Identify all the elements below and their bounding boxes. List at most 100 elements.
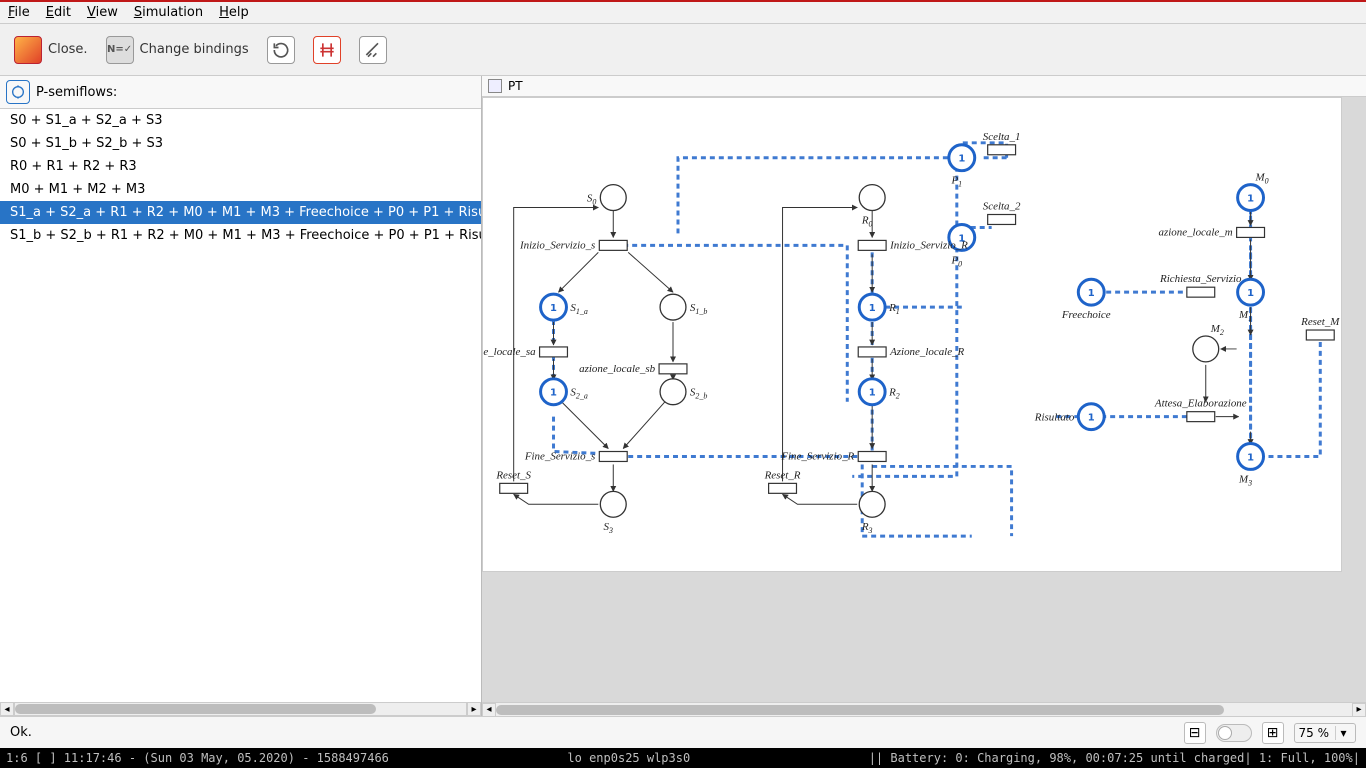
status-text: Ok. [10,725,32,740]
close-button[interactable]: Close. [14,36,88,64]
zoom-in-button[interactable]: ⊞ [1262,722,1284,744]
close-icon [14,36,42,64]
semiflow-list[interactable]: S0 + S1_a + S2_a + S3S0 + S1_b + S2_b + … [0,109,481,716]
menu-help[interactable]: Help [219,5,249,20]
scroll-right-button-r[interactable]: ▸ [1352,703,1366,717]
scroll-thumb-r[interactable] [496,705,1224,715]
toolbar: Close. N=✓ Change bindings [0,24,1366,76]
chevron-down-icon: ▾ [1335,726,1351,740]
change-bindings-label: Change bindings [140,42,249,57]
svg-text:R0: R0 [861,214,873,228]
statusbar: Ok. ⊟ ⊞ 75 % ▾ [0,716,1366,748]
svg-text:R2: R2 [888,387,900,401]
left-pane-header: P-semiflows: [0,76,481,109]
svg-text:Richiesta_Servizio: Richiesta_Servizio [1159,273,1242,285]
svg-text:Scelta_1: Scelta_1 [983,131,1021,143]
h-scroll-thumb[interactable] [15,704,376,714]
list-item[interactable]: M0 + M1 + M2 + M3 [0,178,481,201]
svg-text:1: 1 [1247,452,1254,463]
close-label: Close. [48,42,88,57]
sys-left: 1:6 [ ] 11:17:46 - (Sun 03 May, 05.2020)… [6,751,389,765]
zoom-toggle[interactable] [1216,724,1252,742]
svg-text:1: 1 [958,154,965,165]
list-item[interactable]: S1_b + S2_b + R1 + R2 + M0 + M1 + M3 + F… [0,224,481,247]
list-item[interactable]: S0 + S1_a + S2_a + S3 [0,109,481,132]
svg-text:R1: R1 [888,302,900,316]
svg-text:Reset_S: Reset_S [495,469,531,481]
right-h-scrollbar[interactable]: ◂ ▸ [482,702,1366,716]
svg-text:Risultato: Risultato [1034,412,1075,424]
zoom-out-button[interactable]: ⊟ [1184,722,1206,744]
svg-text:M3: M3 [1238,473,1252,487]
svg-text:S1_a: S1_a [570,302,587,316]
swap-icon [313,36,341,64]
swap-button[interactable] [313,36,341,64]
refresh-button[interactable] [267,36,295,64]
svg-text:azione_locale_sa: azione_locale_sa [483,346,536,358]
svg-text:S2_a: S2_a [570,387,587,401]
toggle-knob [1218,726,1232,740]
svg-text:1: 1 [869,303,876,314]
svg-text:azione_locale_sb: azione_locale_sb [579,363,655,375]
svg-text:Attesa_Elaborazione: Attesa_Elaborazione [1154,398,1247,410]
svg-text:Reset_M: Reset_M [1300,316,1340,328]
svg-text:1: 1 [550,388,557,399]
svg-text:Freechoice: Freechoice [1061,309,1111,321]
petri-net-canvas[interactable]: S0 1 S1_a S1_b 1 S2_a S2_b S3 R0 1 R1 1 R2 R3 1 P1 1 P0 1 F… [482,97,1342,572]
svg-text:M0: M0 [1255,172,1269,186]
canvas-viewport[interactable]: S0 1 S1_a S1_b 1 S2_a S2_b S3 R0 1 R1 1 R2 R3 1 P1 1 P0 1 F… [482,97,1366,702]
svg-text:P0: P0 [950,254,962,268]
h-scrollbar[interactable] [14,702,467,716]
svg-text:Fine_Servizio_s: Fine_Servizio_s [524,450,595,462]
list-item[interactable]: S0 + S1_b + S2_b + S3 [0,132,481,155]
svg-text:1: 1 [1247,288,1254,299]
svg-text:S1_b: S1_b [690,302,707,316]
svg-text:Reset_R: Reset_R [764,469,801,481]
list-item[interactable]: R0 + R1 + R2 + R3 [0,155,481,178]
semiflows-icon [6,80,30,104]
zoom-value: 75 % [1299,726,1330,740]
svg-text:Scelta_2: Scelta_2 [983,201,1021,213]
scroll-right-button[interactable]: ▸ [467,702,481,716]
zoom-controls: ⊟ ⊞ 75 % ▾ [1184,722,1357,744]
sys-mid: lo enp0s25 wlp3s0 [567,751,690,765]
svg-text:1: 1 [550,303,557,314]
scroll-track-r[interactable] [496,703,1352,717]
svg-text:1: 1 [869,388,876,399]
menu-simulation[interactable]: Simulation [134,5,203,20]
svg-text:Inizio_Servizio_s: Inizio_Servizio_s [519,239,595,251]
svg-text:S2_b: S2_b [690,387,707,401]
svg-text:P1: P1 [950,175,962,189]
svg-text:Azione_locale_R: Azione_locale_R [889,346,964,358]
measure-button[interactable] [359,36,387,64]
content-area: P-semiflows: S0 + S1_a + S2_a + S3S0 + S… [0,76,1366,716]
list-item[interactable]: S1_a + S2_a + R1 + R2 + M0 + M1 + M3 + F… [0,201,481,224]
right-pane: PT [482,76,1366,716]
bindings-icon: N=✓ [106,36,134,64]
sys-right: || Battery: 0: Charging, 98%, 00:07:25 u… [869,751,1360,765]
caliper-icon [359,36,387,64]
menubar: File Edit View Simulation Help [0,2,1366,24]
menu-file[interactable]: File [8,5,30,20]
menu-view[interactable]: View [87,5,118,20]
svg-text:R3: R3 [861,521,873,535]
svg-text:1: 1 [1088,413,1095,424]
menu-edit[interactable]: Edit [46,5,71,20]
svg-text:M2: M2 [1210,323,1224,337]
left-pane-title: P-semiflows: [36,85,117,100]
canvas-tab-pt[interactable]: PT [508,79,523,93]
scroll-left-button[interactable]: ◂ [0,702,14,716]
svg-text:1: 1 [1088,288,1095,299]
change-bindings-button[interactable]: N=✓ Change bindings [106,36,249,64]
left-pane: P-semiflows: S0 + S1_a + S2_a + S3S0 + S… [0,76,482,716]
svg-text:S0: S0 [587,193,596,207]
svg-text:Fine_Servizio_R: Fine_Servizio_R [780,450,854,462]
svg-text:1: 1 [1247,194,1254,205]
zoom-select[interactable]: 75 % ▾ [1294,723,1357,743]
svg-text:S3: S3 [604,521,613,535]
scroll-left-button-r[interactable]: ◂ [482,703,496,717]
refresh-icon [267,36,295,64]
system-statusbar: 1:6 [ ] 11:17:46 - (Sun 03 May, 05.2020)… [0,748,1366,768]
svg-text:Inizio_Servizio_R: Inizio_Servizio_R [889,239,968,251]
pt-doc-icon [488,79,502,93]
